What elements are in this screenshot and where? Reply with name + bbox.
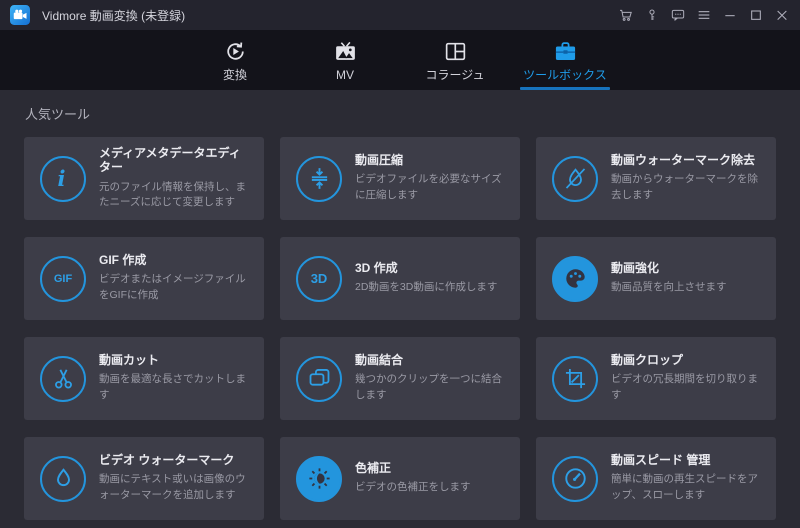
collage-icon bbox=[443, 39, 468, 64]
tool-description: 2D動画を3D動画に作成します bbox=[355, 281, 498, 294]
tool-description: ビデオまたはイメージファイルをGIFに作成 bbox=[99, 273, 246, 302]
tool-description: 簡単に動画の再生スピードをアップ、スローします bbox=[611, 473, 758, 502]
maximize-icon[interactable] bbox=[747, 7, 764, 24]
convert-icon bbox=[223, 39, 248, 64]
tool-text: 動画強化 動画品質を向上させます bbox=[611, 261, 727, 296]
tool-text: 色補正 ビデオの色補正をします bbox=[355, 461, 471, 496]
toolbox-panel: 人気ツール i メディアメタデータエディター 元のファイル情報を保持し、またニー… bbox=[0, 90, 800, 528]
tool-card[interactable]: 動画結合 幾つかのクリップを一つに結合します bbox=[280, 337, 520, 420]
speedometer-icon bbox=[552, 455, 598, 502]
tool-card[interactable]: 動画スピード 管理 簡単に動画の再生スピードをアップ、スローします bbox=[536, 437, 776, 520]
tool-title: 動画強化 bbox=[611, 260, 660, 275]
tool-card[interactable]: GIF GIF 作成 ビデオまたはイメージファイルをGIFに作成 bbox=[24, 237, 264, 320]
gif-icon: GIF bbox=[40, 255, 86, 302]
tool-card[interactable]: 動画強化 動画品質を向上させます bbox=[536, 237, 776, 320]
tool-text: 動画カット 動画を最適な長さでカットします bbox=[99, 353, 252, 404]
compress-icon bbox=[296, 155, 342, 202]
feedback-icon[interactable] bbox=[669, 7, 686, 24]
tool-description: 動画にテキスト或いは画像のウォーターマークを追加します bbox=[99, 473, 246, 502]
watermark-remove-icon bbox=[552, 155, 598, 202]
tool-description: ビデオファイルを必要なサイズに圧縮します bbox=[355, 173, 502, 202]
crop-icon bbox=[552, 355, 598, 402]
tab-label: コラージュ bbox=[425, 68, 485, 82]
tool-card[interactable]: 動画ウォーターマーク除去 動画からウォーターマークを除去します bbox=[536, 137, 776, 220]
tool-title: 動画圧縮 bbox=[355, 153, 404, 168]
window-title: Vidmore 動画変換 (未登録) bbox=[42, 8, 186, 23]
tool-title: メディアメタデータエディター bbox=[99, 145, 241, 175]
tool-title: 動画スピード 管理 bbox=[611, 453, 711, 468]
tab-convert[interactable]: 変換 bbox=[187, 30, 283, 90]
tool-description: 動画を最適な長さでカットします bbox=[99, 373, 246, 402]
color-correct-icon bbox=[296, 455, 342, 502]
3d-icon: 3D bbox=[296, 255, 342, 302]
tool-title: 動画クロップ bbox=[611, 353, 684, 368]
tab-label: ツールボックス bbox=[523, 68, 607, 82]
tool-title: 3D 作成 bbox=[355, 260, 398, 275]
tool-text: メディアメタデータエディター 元のファイル情報を保持し、またニーズに応じて変更し… bbox=[99, 146, 252, 211]
toolbox-icon bbox=[553, 39, 578, 64]
minimize-icon[interactable] bbox=[721, 7, 738, 24]
tool-title: 動画カット bbox=[99, 353, 160, 368]
tool-text: 動画結合 幾つかのクリップを一つに結合します bbox=[355, 353, 508, 404]
main-nav: 変換 MV コラージュ ツールボックス bbox=[0, 30, 800, 90]
title-bar: Vidmore 動画変換 (未登録) bbox=[0, 0, 800, 30]
tool-card[interactable]: i メディアメタデータエディター 元のファイル情報を保持し、またニーズに応じて変… bbox=[24, 137, 264, 220]
tool-card[interactable]: 色補正 ビデオの色補正をします bbox=[280, 437, 520, 520]
tab-label: 変換 bbox=[222, 68, 247, 82]
tool-text: 動画スピード 管理 簡単に動画の再生スピードをアップ、スローします bbox=[611, 453, 764, 504]
titlebar-actions bbox=[617, 7, 790, 24]
close-icon[interactable] bbox=[773, 7, 790, 24]
cart-icon[interactable] bbox=[617, 7, 634, 24]
tool-description: ビデオの冗長期間を切り取ります bbox=[611, 373, 758, 402]
app-logo-icon bbox=[10, 5, 30, 25]
tool-card[interactable]: 動画カット 動画を最適な長さでカットします bbox=[24, 337, 264, 420]
tool-description: ビデオの色補正をします bbox=[355, 481, 471, 494]
tool-title: 動画ウォーターマーク除去 bbox=[611, 153, 756, 168]
tab-mv[interactable]: MV bbox=[297, 30, 393, 90]
tool-description: 幾つかのクリップを一つに結合します bbox=[355, 373, 502, 402]
mv-icon bbox=[333, 39, 358, 64]
palette-icon bbox=[552, 255, 598, 302]
tool-card[interactable]: 動画クロップ ビデオの冗長期間を切り取ります bbox=[536, 337, 776, 420]
tab-collage[interactable]: コラージュ bbox=[407, 30, 503, 90]
tool-description: 元のファイル情報を保持し、またニーズに応じて変更します bbox=[99, 180, 246, 209]
tool-title: 動画結合 bbox=[355, 353, 404, 368]
tab-toolbox[interactable]: ツールボックス bbox=[517, 30, 613, 90]
tool-text: 動画ウォーターマーク除去 動画からウォーターマークを除去します bbox=[611, 153, 764, 204]
tool-card[interactable]: ビデオ ウォーターマーク 動画にテキスト或いは画像のウォーターマークを追加します bbox=[24, 437, 264, 520]
tool-title: GIF 作成 bbox=[99, 253, 147, 268]
merge-icon bbox=[296, 355, 342, 402]
menu-icon[interactable] bbox=[695, 7, 712, 24]
tool-text: ビデオ ウォーターマーク 動画にテキスト或いは画像のウォーターマークを追加します bbox=[99, 453, 252, 504]
key-icon[interactable] bbox=[643, 7, 660, 24]
tool-text: GIF 作成 ビデオまたはイメージファイルをGIFに作成 bbox=[99, 253, 252, 304]
tool-description: 動画品質を向上させます bbox=[611, 281, 727, 294]
tool-title: ビデオ ウォーターマーク bbox=[99, 453, 235, 468]
tool-card[interactable]: 3D 3D 作成 2D動画を3D動画に作成します bbox=[280, 237, 520, 320]
tool-description: 動画からウォーターマークを除去します bbox=[611, 173, 758, 202]
tool-text: 動画クロップ ビデオの冗長期間を切り取ります bbox=[611, 353, 764, 404]
tool-text: 動画圧縮 ビデオファイルを必要なサイズに圧縮します bbox=[355, 153, 508, 204]
tools-grid: i メディアメタデータエディター 元のファイル情報を保持し、またニーズに応じて変… bbox=[24, 137, 776, 520]
info-icon: i bbox=[40, 155, 86, 202]
watermark-add-icon bbox=[40, 455, 86, 502]
popular-tools-heading: 人気ツール bbox=[25, 107, 91, 122]
tab-label: MV bbox=[336, 68, 354, 82]
tool-text: 3D 作成 2D動画を3D動画に作成します bbox=[355, 261, 497, 296]
scissors-icon bbox=[40, 355, 86, 402]
tool-card[interactable]: 動画圧縮 ビデオファイルを必要なサイズに圧縮します bbox=[280, 137, 520, 220]
tool-title: 色補正 bbox=[355, 460, 392, 475]
